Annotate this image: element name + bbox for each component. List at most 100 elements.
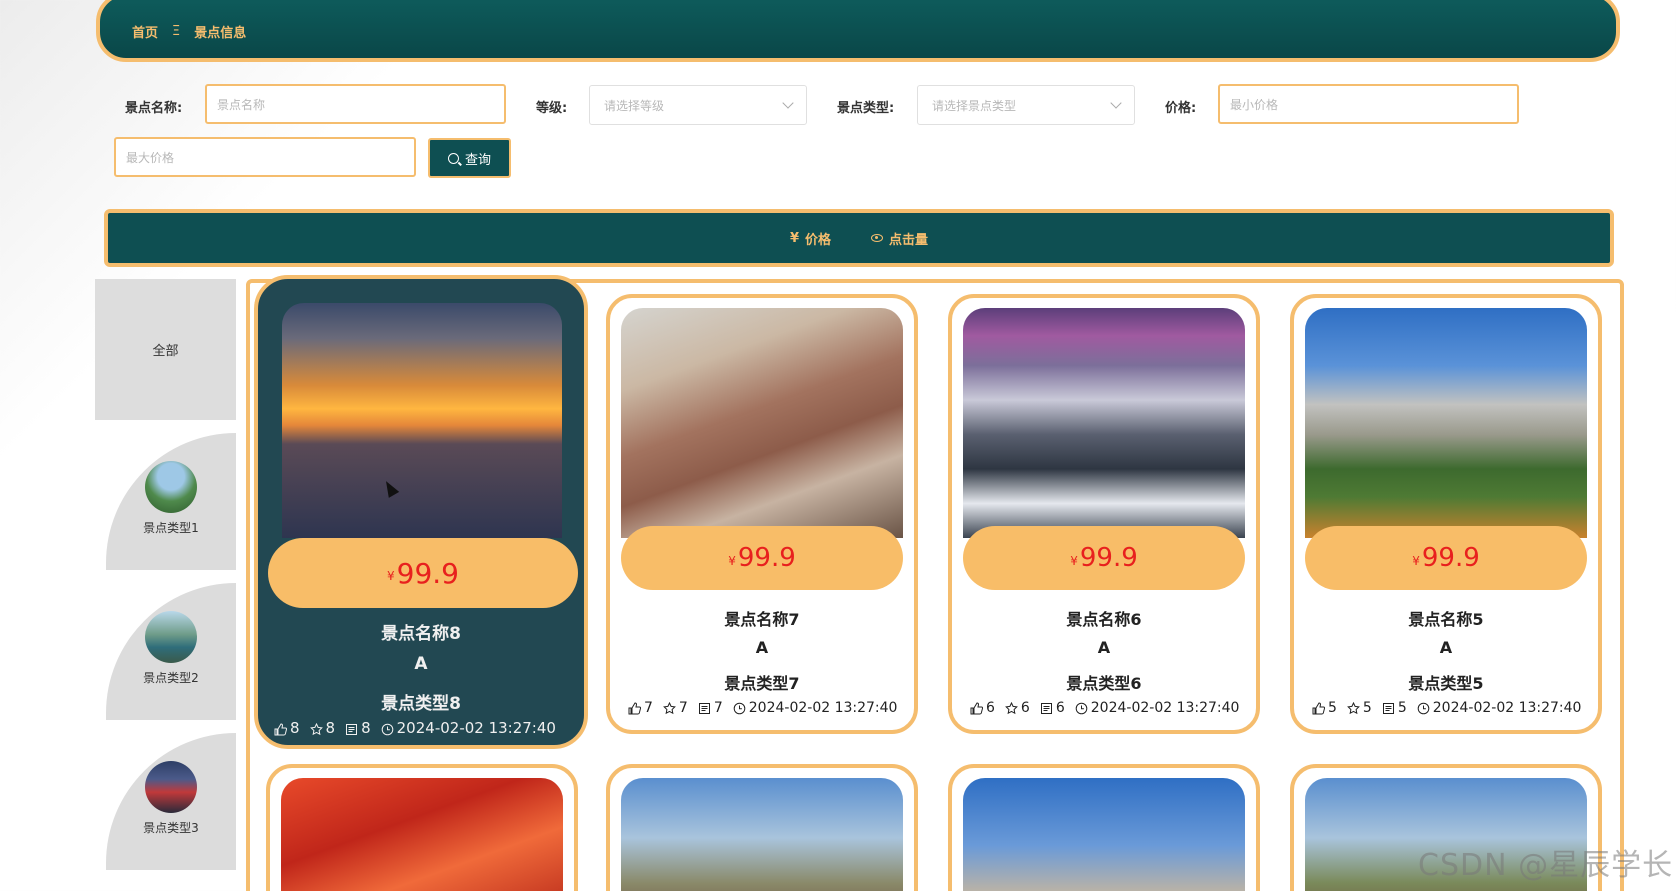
attraction-type: 景点类型7 xyxy=(724,674,800,693)
category-avatar xyxy=(145,761,197,813)
attraction-level: A xyxy=(1439,638,1453,657)
min-price-placeholder: 最小价格 xyxy=(1230,97,1279,112)
breadcrumb-home[interactable]: 首页 xyxy=(132,22,158,41)
favorite-count: 8 xyxy=(325,719,336,737)
favorite-count: 7 xyxy=(678,700,688,716)
name-label: 景点名称: xyxy=(125,101,183,116)
category-avatar xyxy=(145,611,197,663)
comment-count: 7 xyxy=(713,700,723,716)
search-icon xyxy=(447,152,459,164)
attraction-card[interactable] xyxy=(606,764,918,891)
publish-time: 2024-02-02 13:27:40 xyxy=(1432,700,1582,716)
price-value: 99.9 xyxy=(1079,543,1138,573)
sidebar-item-type1[interactable]: 景点类型1 xyxy=(106,433,236,570)
max-price-placeholder: 最大价格 xyxy=(126,150,175,165)
name-placeholder: 景点名称 xyxy=(217,97,266,112)
sidebar-item-type3[interactable]: 景点类型3 xyxy=(106,733,236,870)
sidebar-item-label: 景点类型1 xyxy=(143,521,199,535)
card-stats: 7 7 7 2024-02-02 13:27:40 xyxy=(628,700,897,716)
price-label: 价格: xyxy=(1165,101,1197,116)
publish-time: 2024-02-02 13:27:40 xyxy=(396,719,556,737)
thumbs-up-icon xyxy=(970,701,984,715)
comment-icon xyxy=(345,722,358,735)
search-button-label: 查询 xyxy=(464,152,491,168)
attraction-level: A xyxy=(414,654,428,674)
like-count: 6 xyxy=(986,700,995,716)
sort-price[interactable]: ¥ 价格 xyxy=(790,229,831,248)
price-value: 99.9 xyxy=(1421,543,1480,573)
sort-price-label: 价格 xyxy=(805,232,832,248)
attraction-card[interactable]: ¥ 99.9 景点名称7 A 景点类型7 7 7 7 2024-02-02 13… xyxy=(606,294,918,734)
comment-count: 5 xyxy=(1397,700,1407,716)
sidebar-item-type2[interactable]: 景点类型2 xyxy=(106,583,236,720)
attraction-image xyxy=(282,303,562,538)
level-label: 等级: xyxy=(536,101,568,116)
eye-icon xyxy=(871,234,884,242)
comment-count: 6 xyxy=(1055,700,1065,716)
clock-icon xyxy=(733,702,746,715)
comment-icon xyxy=(1040,702,1053,715)
comment-icon xyxy=(698,702,711,715)
currency-symbol: ¥ xyxy=(1412,554,1420,568)
star-icon xyxy=(309,722,323,735)
thumbs-up-icon xyxy=(628,701,642,715)
level-placeholder: 请选择等级 xyxy=(604,98,665,113)
star-icon xyxy=(1005,701,1018,715)
attraction-card[interactable]: ¥ 99.9 景点名称8 A 景点类型8 8 8 8 2024-02-02 13… xyxy=(254,275,588,749)
attraction-type: 景点类型8 xyxy=(381,694,461,714)
currency-symbol: ¥ xyxy=(728,554,736,568)
price-tag: ¥ 99.9 xyxy=(963,526,1245,590)
currency-symbol: ¥ xyxy=(1070,554,1078,568)
attraction-image xyxy=(621,778,903,891)
clock-icon xyxy=(381,722,394,735)
sort-views[interactable]: 点击量 xyxy=(871,229,928,248)
attraction-level: A xyxy=(755,638,769,657)
attraction-card[interactable]: ¥ 99.9 景点名称5 A 景点类型5 5 5 5 2024-02-02 13… xyxy=(1290,294,1602,734)
publish-time: 2024-02-02 13:27:40 xyxy=(748,700,898,716)
chevron-down-icon xyxy=(1110,97,1122,109)
attraction-image xyxy=(281,778,563,891)
level-select[interactable]: 请选择等级 xyxy=(589,85,807,125)
comment-count: 8 xyxy=(361,719,371,737)
attraction-level: A xyxy=(1097,638,1111,657)
type-placeholder: 请选择景点类型 xyxy=(932,98,1017,113)
attraction-image xyxy=(963,308,1245,538)
chevron-down-icon xyxy=(782,97,794,109)
card-stats: 5 5 5 2024-02-02 13:27:40 xyxy=(1312,700,1581,716)
sort-views-label: 点击量 xyxy=(889,232,929,248)
category-avatar xyxy=(145,461,197,513)
type-label: 景点类型: xyxy=(837,101,895,116)
type-select[interactable]: 请选择景点类型 xyxy=(917,85,1135,125)
attraction-card[interactable] xyxy=(948,764,1260,891)
watermark: CSDN @星辰学长 xyxy=(1418,848,1674,883)
favorite-count: 5 xyxy=(1362,700,1372,716)
currency-symbol: ¥ xyxy=(387,569,395,583)
search-button[interactable]: 查询 xyxy=(428,138,511,178)
attraction-image xyxy=(963,778,1245,891)
breadcrumb-current: 景点信息 xyxy=(194,25,247,41)
comment-icon xyxy=(1382,702,1395,715)
attraction-name: 景点名称8 xyxy=(381,624,461,644)
sort-bar: ¥ 价格 点击量 xyxy=(104,209,1614,267)
sidebar-item-all[interactable]: 全部 xyxy=(95,279,236,420)
attraction-card[interactable] xyxy=(266,764,578,891)
sidebar-item-label: 景点类型2 xyxy=(143,671,199,685)
price-tag: ¥ 99.9 xyxy=(1305,526,1587,590)
attraction-image xyxy=(1305,308,1587,538)
price-tag: ¥ 99.9 xyxy=(268,538,578,608)
attraction-name: 景点名称6 xyxy=(1066,610,1142,629)
min-price-input[interactable]: 最小价格 xyxy=(1218,84,1519,124)
attraction-type: 景点类型5 xyxy=(1408,674,1484,693)
attraction-card[interactable]: ¥ 99.9 景点名称6 A 景点类型6 6 6 6 2024-02-02 13… xyxy=(948,294,1260,734)
like-count: 8 xyxy=(290,719,300,737)
card-stats: 6 6 6 2024-02-02 13:27:40 xyxy=(970,700,1239,716)
card-stats: 8 8 8 2024-02-02 13:27:40 xyxy=(274,719,556,737)
attraction-name: 景点名称7 xyxy=(724,610,800,629)
star-icon xyxy=(1347,701,1360,715)
max-price-input[interactable]: 最大价格 xyxy=(114,137,416,177)
thumbs-up-icon xyxy=(1312,701,1326,715)
price-value: 99.9 xyxy=(737,543,796,573)
like-count: 5 xyxy=(1328,700,1337,716)
name-input[interactable]: 景点名称 xyxy=(205,84,506,124)
attraction-type: 景点类型6 xyxy=(1066,674,1142,693)
